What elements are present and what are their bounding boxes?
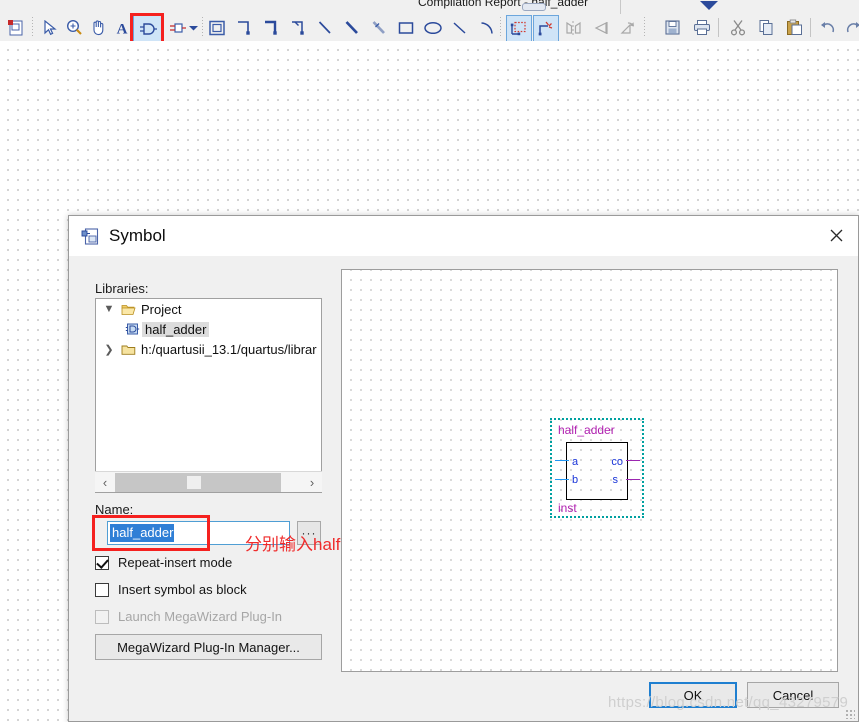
checkbox-box[interactable] (95, 555, 109, 570)
scrollbar-thumb-grip (187, 475, 201, 489)
tree-item-project[interactable]: ▼ Project (96, 299, 321, 319)
symbol-tool-highlight-box (130, 13, 164, 44)
symbol-title-label: half_adder (558, 423, 615, 437)
output-wire-s (626, 479, 640, 481)
dialog-titlebar: Symbol (69, 216, 858, 256)
rubberband-select-icon[interactable] (506, 15, 532, 42)
minimize-icon[interactable] (522, 3, 546, 11)
toolbar-separator (500, 17, 501, 37)
output-port-s-label: s (612, 474, 619, 486)
partial-line-select-icon[interactable] (533, 15, 559, 42)
twisty-collapsed-icon[interactable]: ❯ (100, 343, 118, 356)
symbol-body-rect: a b co s (555, 442, 640, 500)
titlebar-divider (620, 0, 621, 14)
rotate-left-icon[interactable] (616, 16, 640, 39)
close-icon[interactable] (814, 216, 858, 254)
diagonal-bus-line-icon[interactable] (340, 16, 364, 39)
twisty-expanded-icon[interactable]: ▼ (100, 303, 118, 315)
checkbox-label: Repeat-insert mode (118, 555, 233, 570)
dialog-title: Symbol (109, 226, 166, 245)
toolbar-divider (810, 18, 811, 37)
tree-item-label: half_adder (142, 321, 210, 337)
checkmark-icon (96, 555, 109, 569)
flip-vertical-icon[interactable] (589, 16, 613, 39)
caret-down-icon[interactable] (700, 1, 718, 10)
paste-icon[interactable] (782, 16, 806, 39)
print-icon[interactable] (690, 16, 714, 39)
parent-window-title: Compilation Report - half_adder (418, 0, 589, 9)
symbol-instance-label: inst (558, 501, 577, 515)
symbol-preview-pane[interactable]: half_adder a b co s inst (341, 269, 838, 672)
arc-shape-icon[interactable] (475, 16, 499, 39)
select-arrow-icon[interactable] (38, 16, 62, 39)
megawizard-plugin-manager-button[interactable]: MegaWizard Plug-In Manager... (95, 634, 322, 660)
oval-shape-icon[interactable] (421, 16, 445, 39)
undo-icon[interactable] (816, 16, 840, 39)
checkbox-insert-symbol-as-block[interactable]: Insert symbol as block (95, 582, 247, 597)
save-icon[interactable] (660, 16, 684, 39)
closed-folder-icon (118, 343, 138, 356)
scrollbar-thumb[interactable] (115, 472, 281, 492)
open-folder-icon (118, 303, 138, 316)
parent-window-titlebar: Compilation Report - half_adder (0, 0, 859, 14)
orthogonal-node-line-icon[interactable] (232, 16, 256, 39)
output-wire-co (626, 460, 640, 462)
hand-pan-icon[interactable] (86, 16, 110, 39)
svg-text:A: A (117, 21, 128, 36)
symbol-file-icon (122, 322, 142, 336)
checkbox-launch-megawizard: Launch MegaWizard Plug-In (95, 609, 282, 624)
rectangle-block-icon[interactable] (205, 16, 229, 39)
scrollbar-track[interactable] (115, 472, 302, 492)
block-editor-toolbar[interactable]: A (0, 13, 859, 44)
tree-item-quartus-library[interactable]: ❯ h:/quartusii_13.1/quartus/librar (96, 339, 321, 359)
checkbox-label: Launch MegaWizard Plug-In (118, 609, 283, 624)
redo-icon[interactable] (840, 16, 859, 39)
scroll-left-arrow-icon[interactable]: ‹ (95, 473, 115, 492)
cut-icon[interactable] (726, 16, 750, 39)
input-port-a-label: a (572, 456, 579, 468)
toolbar-separator (644, 17, 645, 37)
libraries-tree[interactable]: ▼ Project half_adder ❯ h:/quartusii_13.1… (95, 298, 322, 493)
checkbox-label: Insert symbol as block (118, 582, 247, 597)
tree-item-half-adder[interactable]: half_adder (96, 319, 321, 339)
rectangle-shape-icon[interactable] (394, 16, 418, 39)
input-port-b-label: b (572, 474, 579, 486)
input-wire-a (555, 460, 569, 462)
tree-item-label: h:/quartusii_13.1/quartus/librar (141, 341, 317, 357)
flip-horizontal-icon[interactable] (562, 16, 586, 39)
libraries-horizontal-scrollbar[interactable]: ‹ › (95, 471, 322, 492)
symbol-preview-graphic: half_adder a b co s inst (550, 418, 644, 518)
toolbar-divider (718, 18, 719, 37)
dropdown-caret-icon[interactable] (186, 16, 200, 39)
checkbox-box[interactable] (95, 582, 109, 597)
orthogonal-bus-line-icon[interactable] (259, 16, 283, 39)
name-input-highlight-box (92, 515, 210, 551)
toolbar-separator (32, 17, 33, 37)
tree-item-label: Project (141, 301, 182, 317)
diagonal-conduit-line-icon[interactable] (367, 16, 391, 39)
toolbar-separator (202, 17, 203, 37)
checkbox-repeat-insert-mode[interactable]: Repeat-insert mode (95, 555, 232, 570)
zoom-icon[interactable] (62, 16, 86, 39)
open-block-editor-icon[interactable] (4, 16, 28, 39)
checkbox-box (95, 609, 109, 624)
scroll-right-arrow-icon[interactable]: › (302, 473, 322, 492)
orthogonal-conduit-line-icon[interactable] (286, 16, 310, 39)
symbol-dialog-icon (81, 227, 100, 246)
libraries-label: Libraries: (95, 281, 149, 296)
input-wire-b (555, 479, 569, 481)
copy-icon[interactable] (754, 16, 778, 39)
watermark-text: https://blog.csdn.net/qq_43279579 (608, 694, 849, 711)
output-port-co-label: co (611, 456, 623, 468)
line-shape-icon[interactable] (448, 16, 472, 39)
diagonal-node-line-icon[interactable] (313, 16, 337, 39)
